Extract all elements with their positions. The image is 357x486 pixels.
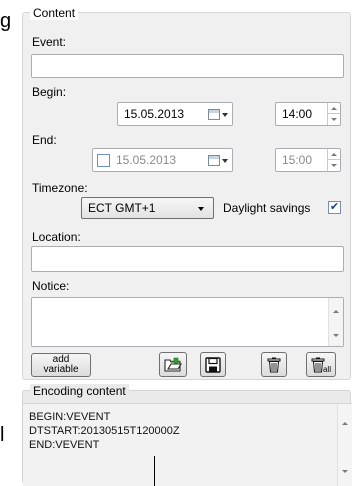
- end-date-checkbox[interactable]: [97, 153, 110, 167]
- add-variable-label-line2: variable: [43, 364, 79, 375]
- spin-down-icon: [331, 164, 337, 167]
- end-time-value: 15:00: [282, 153, 313, 167]
- begin-time-value: 14:00: [282, 107, 313, 121]
- daylight-savings-label: Daylight savings: [223, 201, 311, 215]
- stray-char-bottom: l: [0, 424, 5, 446]
- encoding-legend: Encoding content: [30, 384, 129, 398]
- open-file-button[interactable]: [159, 352, 187, 377]
- encoding-line: DTSTART:20130515T120000Z: [29, 425, 180, 437]
- floppy-disk-icon: [205, 356, 221, 373]
- event-input[interactable]: [31, 54, 344, 78]
- event-label: Event:: [32, 35, 67, 49]
- spin-up-icon: [331, 106, 337, 110]
- chevron-down-icon: [222, 158, 228, 163]
- scroll-up-icon: [342, 422, 348, 425]
- add-variable-button[interactable]: add variable: [31, 353, 91, 377]
- notice-textarea[interactable]: [31, 297, 344, 347]
- chevron-down-icon: [222, 112, 228, 117]
- notice-label: Notice:: [32, 279, 70, 293]
- delete-button[interactable]: [261, 352, 287, 377]
- encoding-line: BEGIN:VEVENT: [29, 411, 111, 423]
- spin-down-icon: [331, 118, 337, 121]
- end-time-spinner[interactable]: 15:00: [275, 148, 341, 172]
- encoding-line: END:VEVENT: [29, 439, 100, 451]
- daylight-savings-checkbox[interactable]: ✔: [328, 201, 341, 214]
- encoding-text-area[interactable]: BEGIN:VEVENT DTSTART:20130515T120000Z EN…: [23, 403, 352, 486]
- content-group: Content Event: Begin: 15.05.2013 14:00 E…: [22, 6, 351, 380]
- end-date-picker[interactable]: 15.05.2013: [92, 148, 233, 172]
- location-input[interactable]: [31, 246, 344, 272]
- begin-label: Begin:: [32, 85, 67, 99]
- delete-all-button[interactable]: all: [306, 352, 336, 377]
- stray-char-top: g: [0, 10, 12, 32]
- timezone-select[interactable]: ECT GMT+1: [81, 197, 214, 219]
- trash-icon: [267, 357, 281, 372]
- content-legend: Content: [30, 6, 79, 20]
- delete-all-sub-label: all: [322, 364, 331, 374]
- location-label: Location:: [32, 230, 81, 244]
- scroll-down-icon: [342, 470, 348, 473]
- open-folder-icon: [164, 357, 182, 372]
- end-time-spin-buttons[interactable]: [327, 149, 340, 171]
- spin-up-icon: [331, 152, 337, 156]
- begin-time-spin-buttons[interactable]: [327, 103, 340, 125]
- calendar-icon: [208, 109, 220, 120]
- begin-date-picker[interactable]: 15.05.2013: [117, 102, 233, 126]
- encoding-group: Encoding content BEGIN:VEVENT DTSTART:20…: [22, 384, 352, 486]
- scroll-down-icon: [333, 334, 339, 337]
- begin-time-spinner[interactable]: 14:00: [275, 102, 341, 126]
- end-label: End:: [32, 133, 57, 147]
- text-cursor: [154, 456, 155, 486]
- timezone-label: Timezone:: [32, 181, 88, 195]
- end-calendar-dropdown[interactable]: [208, 155, 228, 166]
- encoding-scrollbar[interactable]: [337, 404, 352, 486]
- scroll-up-icon: [333, 310, 339, 313]
- end-date-value: 15.05.2013: [116, 153, 177, 167]
- begin-calendar-dropdown[interactable]: [208, 109, 228, 120]
- begin-date-value: 15.05.2013: [124, 107, 185, 121]
- save-button[interactable]: [200, 352, 226, 377]
- notice-scrollbar[interactable]: [328, 298, 343, 346]
- chevron-down-icon: [198, 207, 204, 211]
- calendar-icon: [208, 155, 220, 166]
- timezone-value: ECT GMT+1: [88, 201, 156, 215]
